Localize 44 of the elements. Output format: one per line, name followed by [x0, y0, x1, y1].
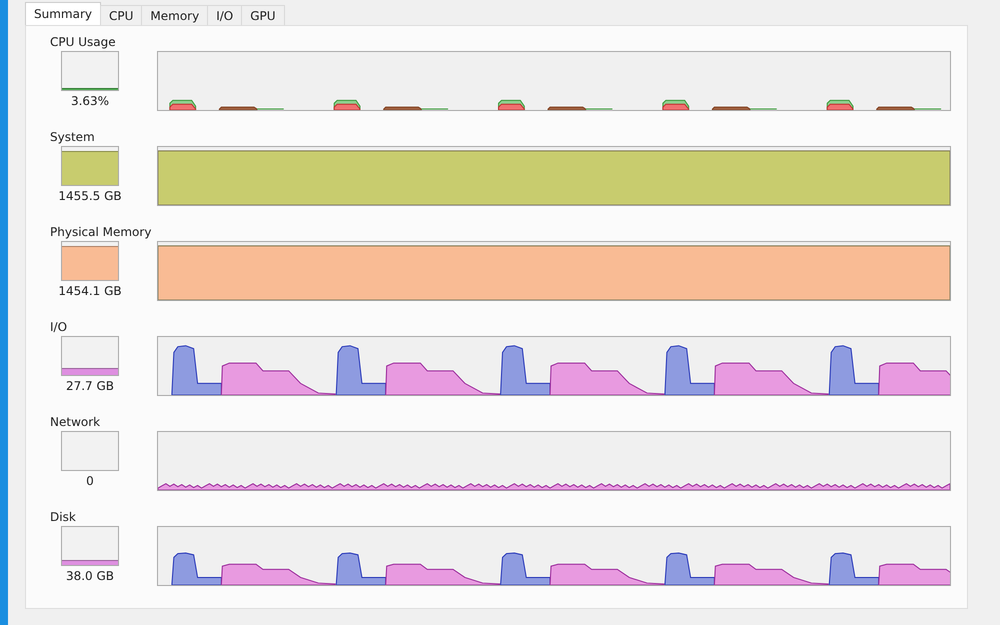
cpu-line	[750, 108, 778, 110]
kernel-cpu-area	[334, 104, 360, 110]
meter-reading: 38.0 GB	[66, 569, 114, 583]
tab[interactable]: GPU	[241, 5, 285, 25]
section-title: Physical Memory	[50, 225, 152, 239]
read-area	[664, 345, 715, 396]
section-title: CPU Usage	[50, 35, 116, 49]
section-title: I/O	[50, 320, 68, 334]
meter-fill	[62, 368, 118, 375]
tab[interactable]: CPU	[100, 5, 142, 25]
tab[interactable]: Memory	[141, 5, 208, 25]
read-area	[336, 552, 386, 586]
read-area	[828, 345, 880, 396]
cpu-line	[914, 108, 942, 110]
mini-meter	[61, 431, 119, 471]
cpu-line	[420, 108, 449, 110]
section-title: Disk	[50, 510, 76, 524]
cpu-line	[256, 108, 284, 110]
section-title: System	[50, 130, 95, 144]
read-area	[500, 552, 551, 586]
meter-fill	[62, 560, 118, 565]
meter-reading: 1454.1 GB	[58, 284, 122, 298]
meter-reading: 3.63%	[70, 94, 110, 108]
cpu-area	[712, 106, 751, 110]
cpu-area	[383, 106, 422, 110]
read-area	[828, 552, 880, 586]
kernel-cpu-area	[662, 104, 690, 110]
meter-reading: 27.7 GB	[66, 379, 114, 393]
read-area	[500, 345, 551, 396]
cpu-area	[876, 106, 915, 110]
meter-reading: 1455.5 GB	[58, 189, 122, 203]
read-area	[171, 345, 222, 396]
cpu-area	[218, 106, 258, 110]
cpu-line	[585, 108, 613, 110]
read-area	[336, 345, 386, 396]
read-area	[664, 552, 715, 586]
kernel-cpu-area	[498, 104, 525, 110]
cpu-area	[548, 106, 586, 110]
read-area	[171, 552, 222, 586]
tab[interactable]: Summary	[25, 2, 101, 25]
section-title: Network	[50, 415, 100, 429]
meter-reading: 0	[86, 474, 94, 488]
kernel-cpu-area	[169, 104, 196, 110]
kernel-cpu-area	[826, 104, 854, 110]
